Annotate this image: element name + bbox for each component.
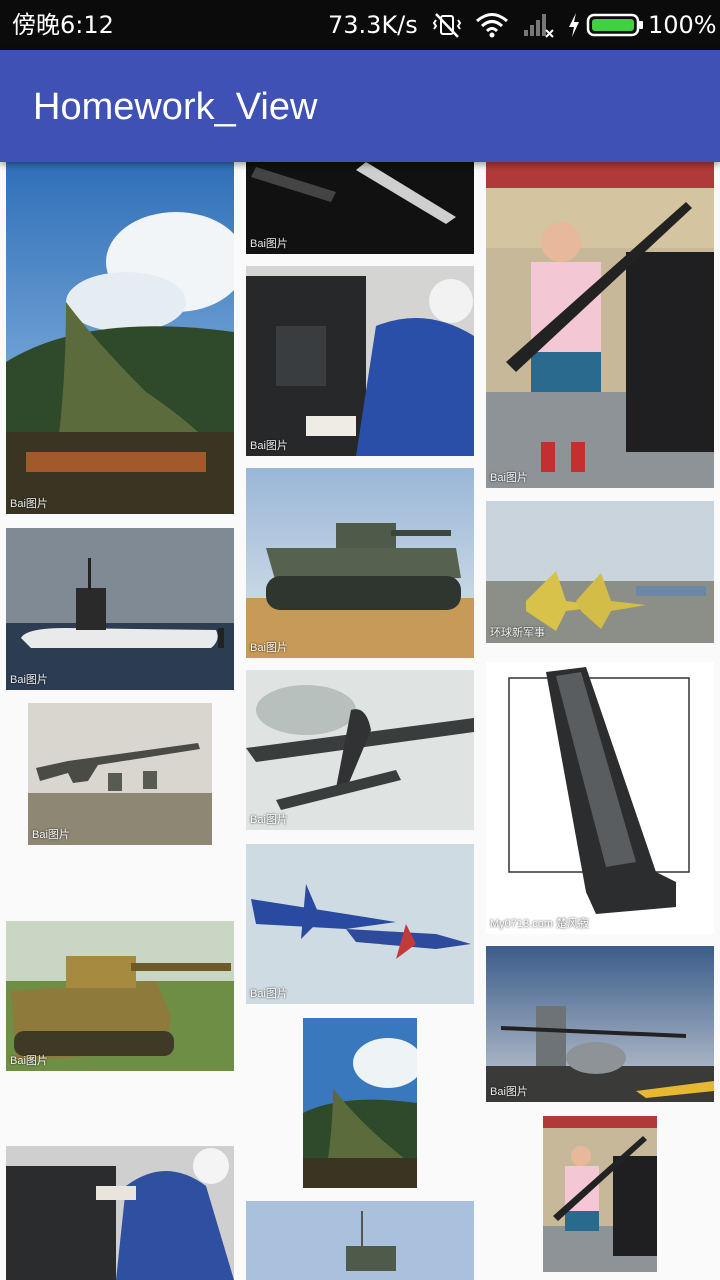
grid-image[interactable] xyxy=(6,1146,234,1280)
watermark: Bai图片 xyxy=(250,988,288,1000)
watermark: Bai图片 xyxy=(32,829,70,841)
grid-image[interactable]: Bai图片 xyxy=(6,528,234,690)
charging-icon xyxy=(569,13,579,37)
watermark: Bai图片 xyxy=(10,1055,48,1067)
grid-image[interactable]: Bai图片 xyxy=(6,921,234,1071)
rifle-image xyxy=(28,703,212,845)
watermark: Bai图片 xyxy=(490,1086,528,1098)
helicopter-deck-image xyxy=(486,946,714,1102)
grid-image[interactable]: Bai图片 xyxy=(486,162,714,488)
watermark: Bai图片 xyxy=(10,498,48,510)
watermark: Bai图片 xyxy=(250,440,288,452)
watermark: Bai图片 xyxy=(250,814,288,826)
app-title: Homework_View xyxy=(33,86,318,128)
tiger-tank-image xyxy=(6,921,234,1071)
parked-jets-image xyxy=(486,501,714,643)
status-bar: 傍晚6:12 73.3K/s 100% xyxy=(0,0,720,50)
network-speed: 73.3K/s xyxy=(328,11,418,39)
grid-image[interactable]: Bai图片 xyxy=(246,468,474,658)
grid-image[interactable] xyxy=(246,1201,474,1280)
battery-level: 100% xyxy=(648,11,717,39)
camouflage-net-image xyxy=(6,162,234,514)
gun-store-man-image xyxy=(486,162,714,488)
grid-image[interactable]: Bai图片 xyxy=(28,703,212,845)
battery-icon xyxy=(586,13,643,37)
grid-image[interactable]: Bai图片 xyxy=(6,162,234,514)
watermark: Bai图片 xyxy=(490,472,528,484)
image-grid[interactable]: Bai图片 Bai图片 Bai图片 Bai图片 Bai图片 Bai图片 Bai图… xyxy=(0,162,720,1280)
grid-image[interactable] xyxy=(543,1116,657,1272)
watermark: Bai图片 xyxy=(250,238,288,250)
bomber-plane-image xyxy=(246,670,474,830)
watermark: My0713.com 楚风寂 xyxy=(490,918,590,930)
grid-image[interactable]: Bai图片 xyxy=(246,266,474,456)
fighter-jets-image xyxy=(246,844,474,1004)
grid-image[interactable] xyxy=(303,1018,417,1188)
tank-image xyxy=(246,1201,474,1280)
status-time: 傍晚6:12 xyxy=(12,11,114,39)
app-bar: Homework_View xyxy=(0,50,720,162)
grid-image[interactable]: Bai图片 xyxy=(246,670,474,830)
watermark: 环球新军事 xyxy=(490,627,545,639)
mute-vibrate-icon xyxy=(432,13,462,38)
pistol-magazine-image xyxy=(486,662,714,934)
wifi-icon xyxy=(476,13,508,38)
grid-image[interactable]: Bai图片 xyxy=(246,162,474,254)
camouflage-net-image xyxy=(303,1018,417,1188)
tank-image xyxy=(246,468,474,658)
signal-icon xyxy=(524,14,554,38)
cockpit-pilot-image xyxy=(246,266,474,456)
cockpit-pilot-image xyxy=(6,1146,234,1280)
watermark: Bai图片 xyxy=(250,642,288,654)
watermark: Bai图片 xyxy=(10,674,48,686)
grid-image[interactable]: Bai图片 xyxy=(486,946,714,1102)
grid-image[interactable]: My0713.com 楚风寂 xyxy=(486,662,714,934)
grid-image[interactable]: Bai图片 xyxy=(246,844,474,1004)
grid-image[interactable]: 环球新军事 xyxy=(486,501,714,643)
submarine-image xyxy=(6,528,234,690)
gun-store-man-image xyxy=(543,1116,657,1272)
